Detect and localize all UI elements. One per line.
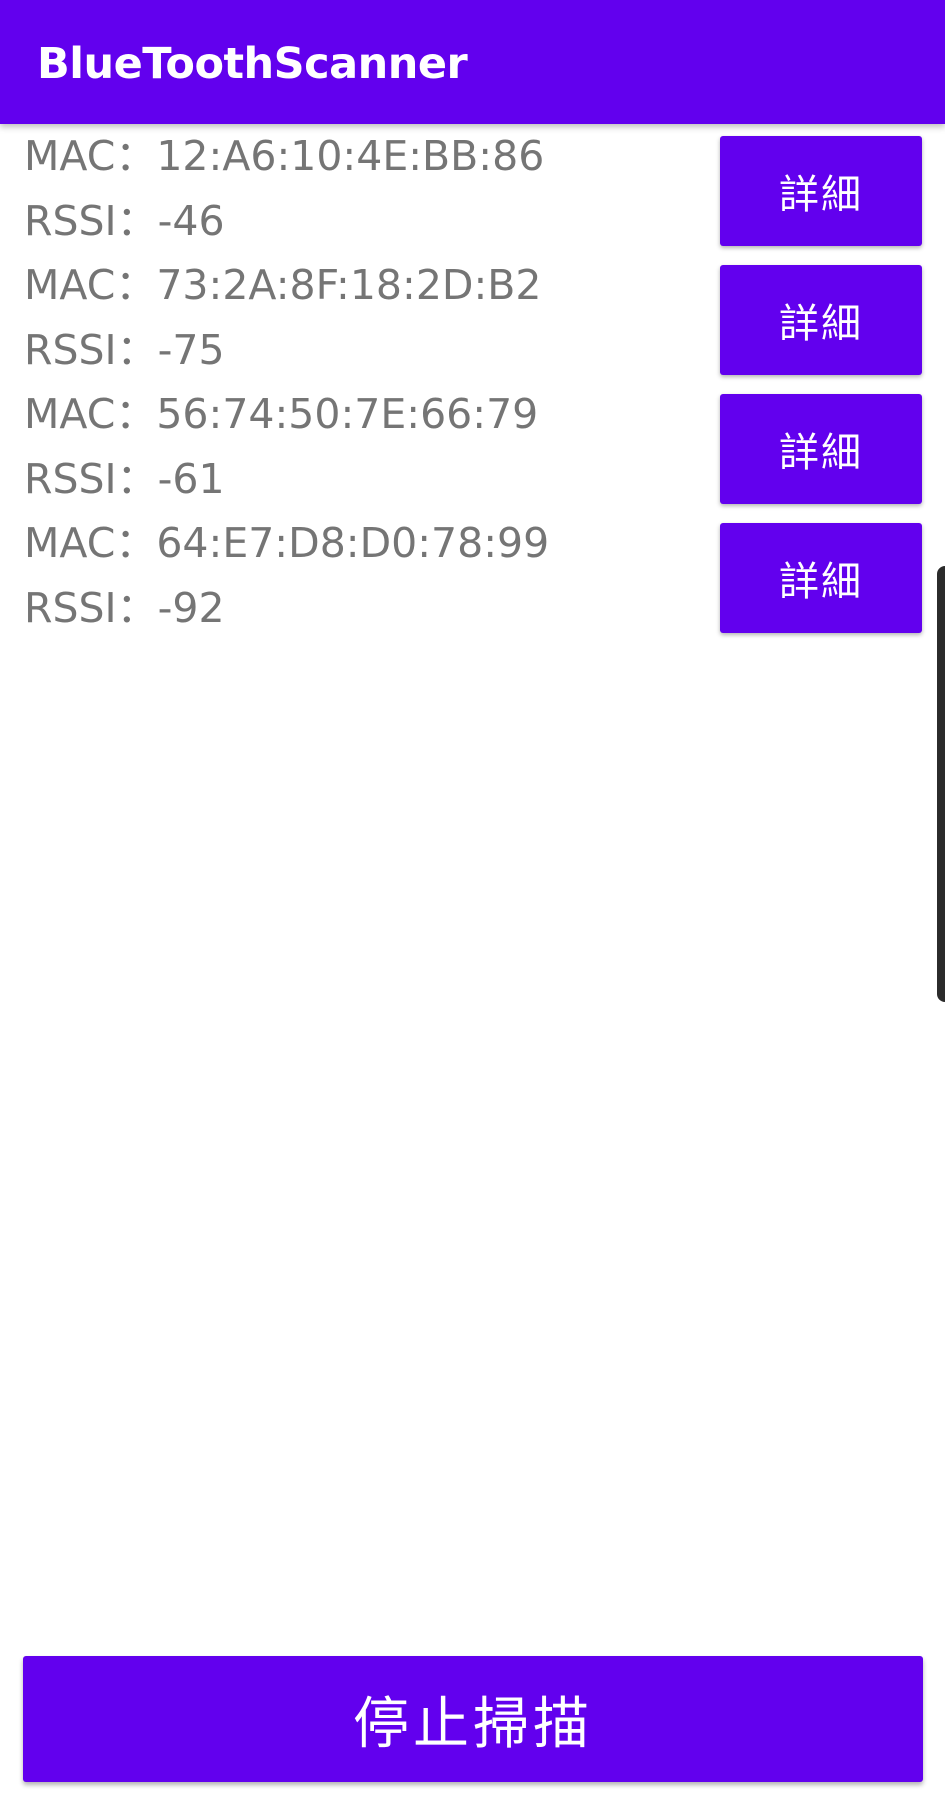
device-info: MAC：56:74:50:7E:66:79 RSSI：-61 xyxy=(24,388,538,518)
device-list: MAC：12:A6:10:4E:BB:86 RSSI：-46 詳細 MAC：73… xyxy=(0,124,945,640)
device-info: MAC：64:E7:D8:D0:78:99 RSSI：-92 xyxy=(24,517,549,647)
detail-button[interactable]: 詳細 xyxy=(720,265,922,375)
app-title: BlueToothScanner xyxy=(37,39,468,89)
device-row: MAC：56:74:50:7E:66:79 RSSI：-61 詳細 xyxy=(0,382,945,511)
rssi-text: RSSI：-92 xyxy=(24,584,225,632)
device-info: MAC：73:2A:8F:18:2D:B2 RSSI：-75 xyxy=(24,259,542,389)
app-bar: BlueToothScanner xyxy=(0,0,945,124)
detail-button[interactable]: 詳細 xyxy=(720,523,922,633)
stop-scan-button[interactable]: 停止掃描 xyxy=(23,1656,923,1782)
detail-button[interactable]: 詳細 xyxy=(720,394,922,504)
rssi-text: RSSI：-61 xyxy=(24,455,225,503)
mac-address-text: MAC：56:74:50:7E:66:79 xyxy=(24,390,539,438)
device-row: MAC：73:2A:8F:18:2D:B2 RSSI：-75 詳細 xyxy=(0,253,945,382)
mac-address-text: MAC：64:E7:D8:D0:78:99 xyxy=(24,519,550,567)
detail-button[interactable]: 詳細 xyxy=(720,136,922,246)
device-info: MAC：12:A6:10:4E:BB:86 RSSI：-46 xyxy=(24,130,544,260)
rssi-text: RSSI：-46 xyxy=(24,197,225,245)
device-row: MAC：12:A6:10:4E:BB:86 RSSI：-46 詳細 xyxy=(0,124,945,253)
mac-address-text: MAC：73:2A:8F:18:2D:B2 xyxy=(24,261,542,309)
mac-address-text: MAC：12:A6:10:4E:BB:86 xyxy=(24,132,545,180)
device-row: MAC：64:E7:D8:D0:78:99 RSSI：-92 詳細 xyxy=(0,511,945,640)
rssi-text: RSSI：-75 xyxy=(24,326,225,374)
edge-panel-handle[interactable] xyxy=(937,566,945,1002)
